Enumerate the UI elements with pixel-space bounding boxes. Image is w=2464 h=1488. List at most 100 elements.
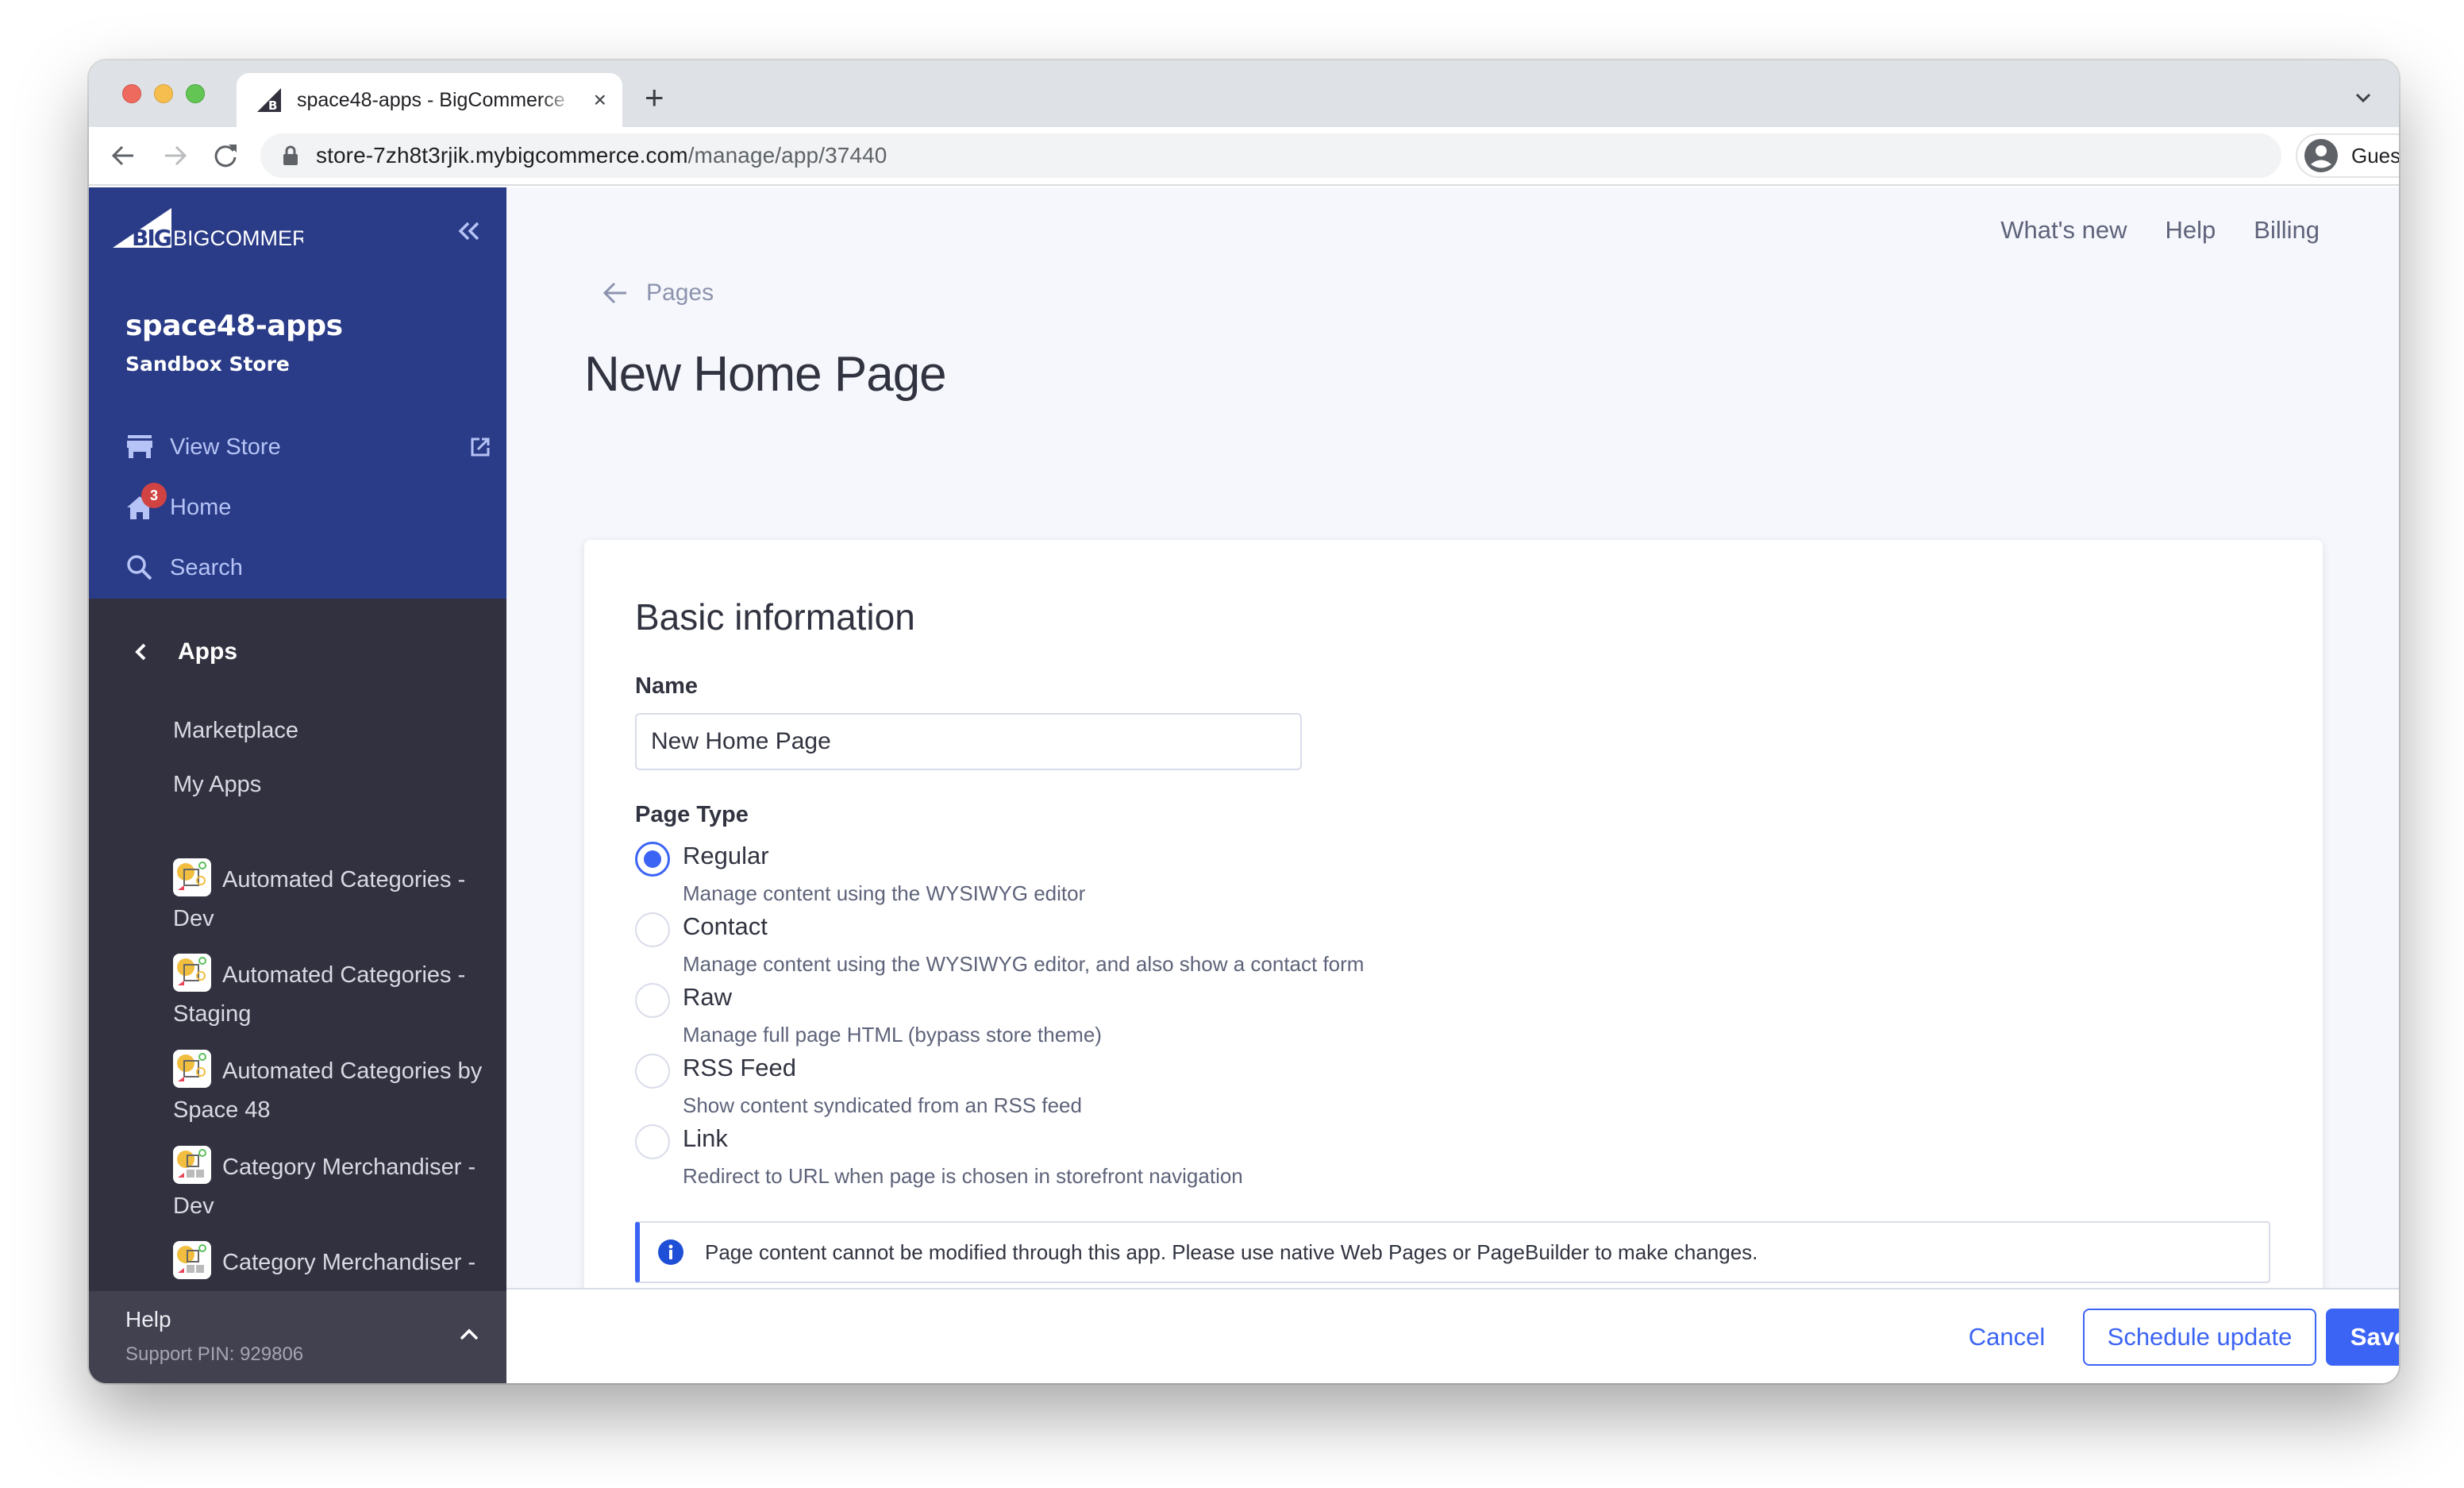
sidebar-app-item[interactable]: Category Merchandiser - Dev <box>173 1146 491 1225</box>
reload-icon[interactable] <box>211 141 240 170</box>
person-circle-icon <box>2304 139 2338 172</box>
automated-categories-app-icon <box>173 1050 211 1089</box>
storefront-icon <box>127 435 152 458</box>
radio-label: Contact <box>683 912 768 940</box>
app-label: Category Merchandiser - Dev <box>173 1155 476 1220</box>
profile-button[interactable]: Guest <box>2296 133 2399 178</box>
radio-label: Link <box>683 1124 728 1152</box>
radio-description: Redirect to URL when page is chosen in s… <box>683 1164 1243 1188</box>
sidebar-app-item[interactable]: Automated Categories - Staging <box>173 954 491 1033</box>
basic-information-card: Basic information Name Page Type Regular… <box>584 540 2323 1334</box>
automated-categories-app-icon <box>173 858 211 897</box>
sidebar-item-label: Home <box>170 494 232 520</box>
address-bar[interactable]: store-7zh8t3rjik.mybigcommerce.com/manag… <box>260 133 2281 178</box>
url-path: /manage/app/37440 <box>687 143 887 168</box>
sidebar-app-item[interactable]: Automated Categories by Space 48 <box>173 1050 491 1129</box>
radio-label: Raw <box>683 983 733 1011</box>
section-label: Apps <box>178 638 237 665</box>
support-pin: Support PIN: 929806 <box>125 1343 304 1365</box>
tab-strip: B space48-apps - BigCommerce × + <box>89 60 2399 127</box>
help-link[interactable]: Help <box>2166 216 2216 245</box>
radio-description: Show content syndicated from an RSS feed <box>683 1093 1082 1117</box>
radio-description: Manage content using the WYSIWYG editor,… <box>683 952 1365 976</box>
back-link-label: Pages <box>646 279 714 306</box>
app-label: Category Merchandiser - <box>222 1250 476 1275</box>
app-label: Automated Categories by Space 48 <box>173 1058 483 1124</box>
schedule-update-button[interactable]: Schedule update <box>2083 1309 2316 1366</box>
sidebar-item-my-apps[interactable]: My Apps <box>173 772 261 798</box>
browser-tab-active[interactable]: B space48-apps - BigCommerce × <box>237 73 622 127</box>
sidebar-item-view-store[interactable]: View Store <box>125 427 491 467</box>
lock-icon <box>283 145 298 165</box>
profile-label: Guest <box>2351 143 2399 168</box>
sidebar-item-search[interactable]: Search <box>125 548 243 588</box>
radio-description: Manage full page HTML (bypass store them… <box>683 1023 1102 1047</box>
name-input[interactable] <box>635 713 1302 770</box>
app-label: Automated Categories - Dev <box>173 867 466 932</box>
maximize-window-button[interactable] <box>186 84 205 103</box>
forward-arrow-icon[interactable] <box>160 141 189 170</box>
collapse-sidebar-icon[interactable] <box>457 221 481 241</box>
radio-button[interactable] <box>635 912 670 947</box>
page-title: New Home Page <box>584 347 947 402</box>
close-window-button[interactable] <box>122 84 141 103</box>
minimize-window-button[interactable] <box>154 84 173 103</box>
sidebar-app-item[interactable]: Category Merchandiser - <box>173 1241 491 1282</box>
chevron-up-icon[interactable] <box>459 1326 479 1342</box>
radio-button[interactable] <box>635 1054 670 1089</box>
whats-new-link[interactable]: What's new <box>2000 216 2127 245</box>
store-name: space48-apps <box>125 310 343 342</box>
new-tab-button[interactable]: + <box>645 81 664 114</box>
svg-text:B: B <box>268 98 277 113</box>
category-merchandiser-app-icon <box>173 1146 211 1185</box>
url-host: store-7zh8t3rjik.mybigcommerce.com <box>316 143 688 168</box>
store-type: Sandbox Store <box>125 353 290 376</box>
app-label: Automated Categories - Staging <box>173 962 466 1027</box>
help-footer[interactable]: Help Support PIN: 929806 <box>89 1291 506 1383</box>
sidebar-item-marketplace[interactable]: Marketplace <box>173 718 298 744</box>
url-text: store-7zh8t3rjik.mybigcommerce.com/manag… <box>316 143 887 168</box>
svg-text:BIG: BIG <box>132 225 171 251</box>
window-controls <box>122 84 205 103</box>
arrow-left-icon <box>603 282 626 304</box>
section-title: Basic information <box>635 596 915 638</box>
name-label: Name <box>635 673 698 699</box>
radio-button[interactable] <box>635 1124 670 1159</box>
chevron-down-icon[interactable] <box>2354 89 2372 106</box>
radio-button[interactable] <box>635 983 670 1018</box>
main-content: What's new Help Billing Pages New Home P… <box>506 187 2399 1383</box>
radio-label: Regular <box>683 842 769 869</box>
info-icon <box>658 1239 683 1265</box>
page-type-label: Page Type <box>635 802 749 827</box>
bigcommerce-logo[interactable]: BIG BIGCOMMERCE <box>113 208 303 252</box>
bigcommerce-favicon-icon: B <box>257 88 281 113</box>
radio-description: Manage content using the WYSIWYG editor <box>683 881 1086 905</box>
search-icon <box>127 555 152 580</box>
cancel-button[interactable]: Cancel <box>1951 1309 2062 1366</box>
logo-text: BIGCOMMERCE <box>173 226 303 250</box>
radio-label: RSS Feed <box>683 1054 797 1081</box>
header-links: What's new Help Billing <box>2000 216 2320 245</box>
help-title: Help <box>125 1307 171 1332</box>
close-tab-icon[interactable]: × <box>594 87 606 113</box>
sidebar-store-section: BIG BIGCOMMERCE space48-apps Sandbox Sto… <box>89 187 506 599</box>
sidebar-section-apps[interactable]: Apps <box>132 638 237 665</box>
action-bar: Cancel Schedule update Save <box>506 1288 2399 1383</box>
back-arrow-icon[interactable] <box>110 141 138 170</box>
notification-badge: 3 <box>141 483 167 508</box>
info-text: Page content cannot be modified through … <box>705 1239 1758 1264</box>
save-button[interactable]: Save <box>2326 1309 2399 1366</box>
browser-toolbar: store-7zh8t3rjik.mybigcommerce.com/manag… <box>89 127 2399 186</box>
external-link-icon[interactable] <box>470 437 491 457</box>
radio-button-checked[interactable] <box>635 842 670 877</box>
sidebar-app-item[interactable]: Automated Categories - Dev <box>173 858 491 938</box>
sidebar-item-label: Search <box>170 554 243 580</box>
chevron-left-icon <box>135 643 146 661</box>
back-to-pages-link[interactable]: Pages <box>602 279 714 306</box>
billing-link[interactable]: Billing <box>2254 216 2320 245</box>
sidebar-item-home[interactable]: 3 Home <box>125 483 232 527</box>
sidebar: BIG BIGCOMMERCE space48-apps Sandbox Sto… <box>89 187 506 1383</box>
sidebar-item-label: View Store <box>170 434 281 460</box>
browser-window: B space48-apps - BigCommerce × + store-7… <box>89 60 2399 1383</box>
info-message: Page content cannot be modified through … <box>635 1221 2270 1283</box>
